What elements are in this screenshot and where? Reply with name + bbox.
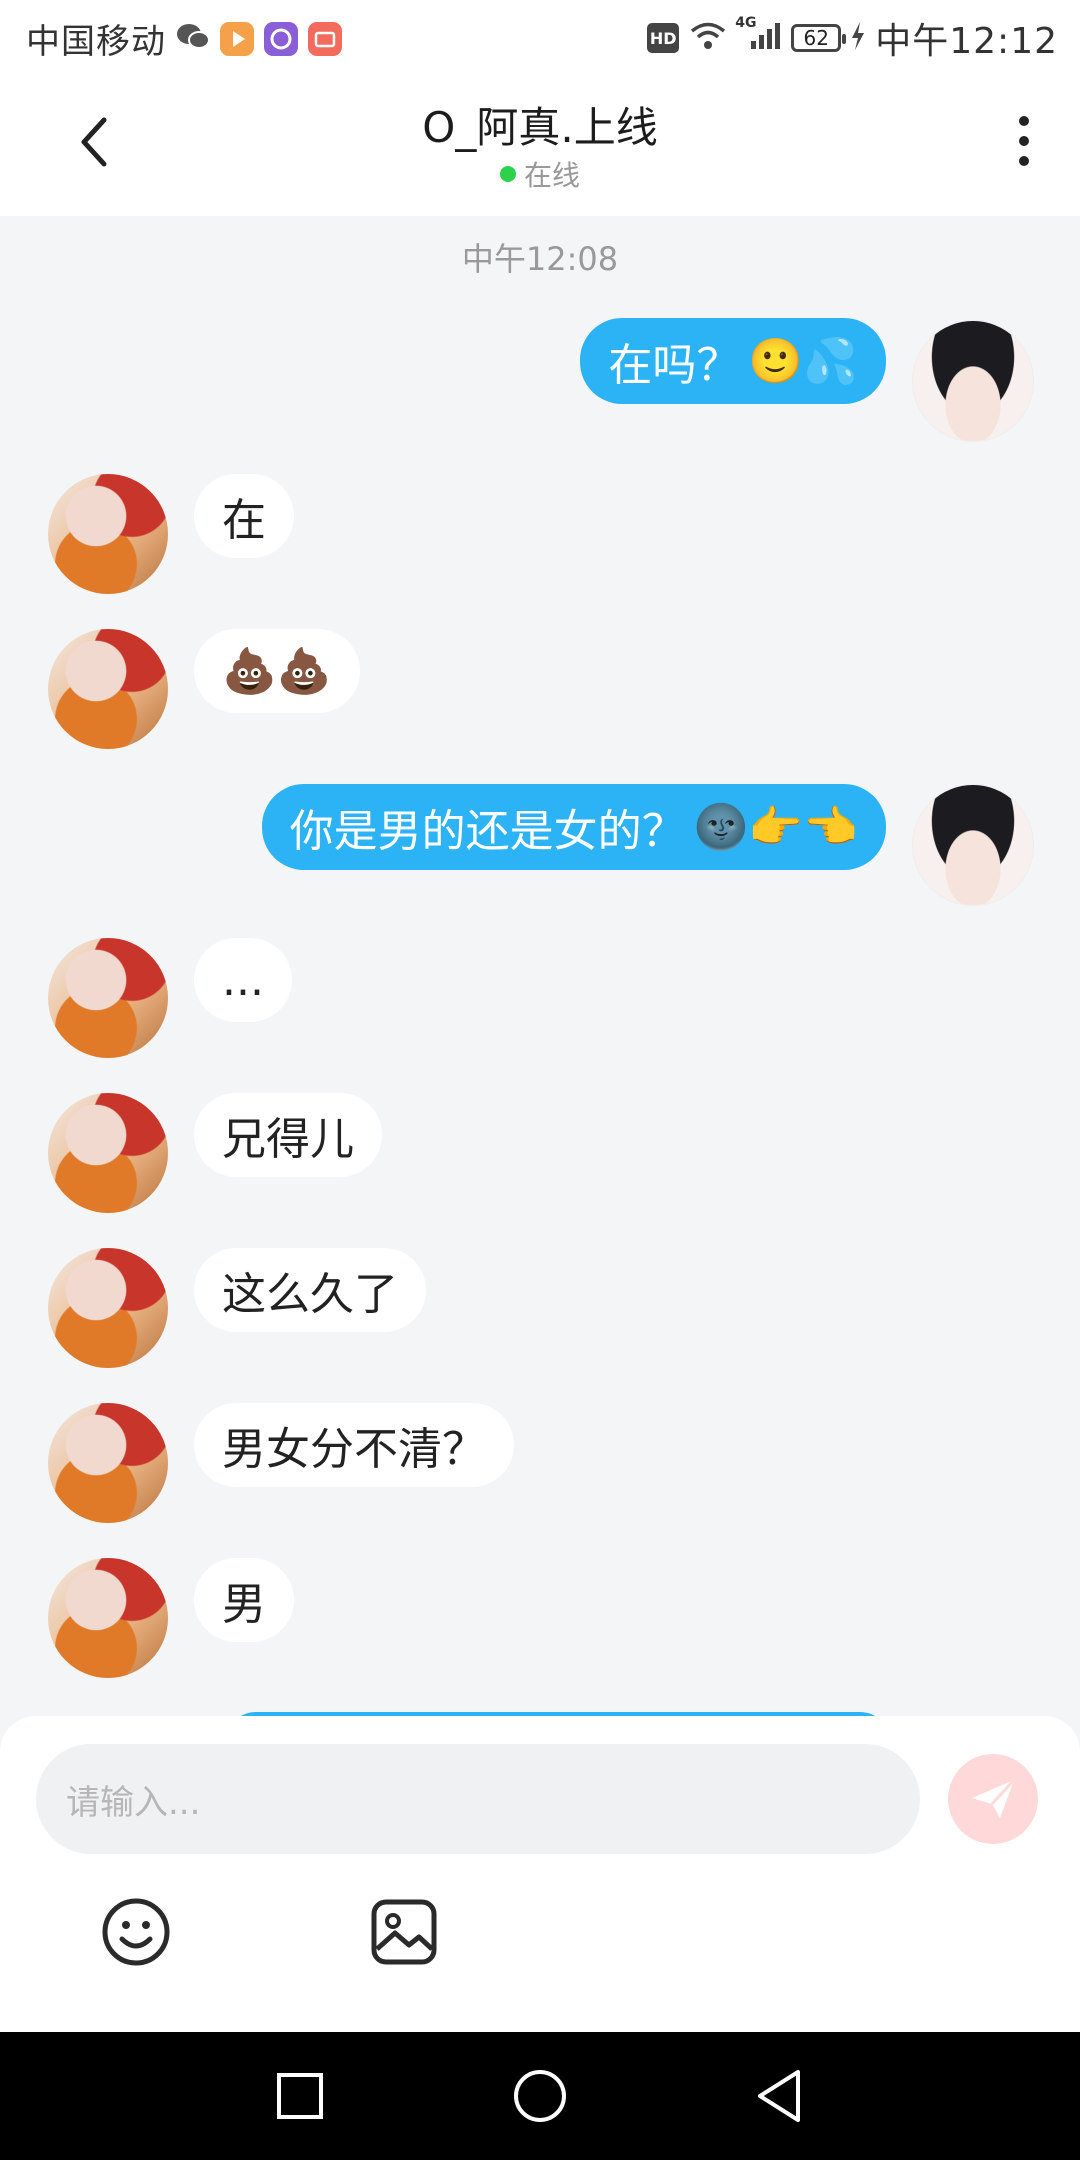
message-bubble-incoming[interactable]: 兄得儿 bbox=[194, 1093, 382, 1177]
back-nav-button[interactable] bbox=[750, 2066, 810, 2126]
image-icon bbox=[371, 1899, 437, 1965]
message-text: 兄得儿 bbox=[222, 1114, 354, 1165]
image-button[interactable] bbox=[364, 1892, 444, 1972]
online-status: 在线 bbox=[0, 154, 1080, 194]
message-bubble-incoming[interactable]: 在 bbox=[194, 474, 294, 558]
my-avatar[interactable] bbox=[912, 784, 1034, 906]
contact-avatar[interactable] bbox=[48, 629, 168, 749]
clock: 中午12:12 bbox=[875, 21, 1058, 62]
message-bubble-incoming[interactable]: ... bbox=[194, 938, 292, 1022]
message-bubble-outgoing[interactable]: 你是男的还是女的？ 🌚👉👈 bbox=[261, 784, 886, 870]
home-button[interactable] bbox=[510, 2066, 570, 2126]
contact-name: O_阿真.上线 bbox=[422, 103, 658, 152]
message-bubble-incoming[interactable]: 这么久了 bbox=[194, 1248, 426, 1332]
wifi-icon bbox=[689, 21, 727, 55]
send-button[interactable] bbox=[948, 1754, 1038, 1844]
send-icon bbox=[972, 1778, 1016, 1818]
status-bar: 中国移动 HD 4G 62 中午12:12 bbox=[0, 0, 1080, 72]
contact-avatar[interactable] bbox=[48, 1248, 168, 1368]
charging-icon bbox=[851, 22, 865, 54]
message-bubble-incoming[interactable]: 💩💩 bbox=[194, 629, 360, 713]
contact-avatar[interactable] bbox=[48, 474, 168, 594]
message-bubble-outgoing[interactable]: 在吗？ 🙂💦 bbox=[580, 318, 886, 404]
message-emoji: 🌚👉👈 bbox=[693, 802, 858, 853]
message-bubble-incoming[interactable]: 男女分不清？ bbox=[194, 1403, 514, 1487]
message-text: 在 bbox=[222, 495, 266, 546]
message-input[interactable]: 请输入... bbox=[36, 1744, 920, 1854]
online-dot bbox=[499, 166, 516, 182]
message-text: 男女分不清？ bbox=[222, 1424, 486, 1475]
message-list[interactable]: 中午12:08 在吗？ 🙂💦 在 💩💩 你是男的还是女的？ 🌚👉👈 ... 兄得… bbox=[0, 216, 1080, 1716]
battery-indicator: 62 bbox=[791, 24, 847, 52]
recents-button[interactable] bbox=[270, 2066, 330, 2126]
system-nav-bar bbox=[0, 2032, 1080, 2160]
network-type-label: 4G bbox=[735, 15, 757, 31]
chat-header: O_阿真.上线 在线 bbox=[0, 72, 1080, 216]
contact-avatar[interactable] bbox=[48, 1403, 168, 1523]
carrier-label: 中国移动 bbox=[26, 22, 166, 62]
video-app-icon bbox=[220, 21, 254, 56]
status-right: HD 4G 62 中午12:12 bbox=[647, 12, 1058, 64]
message-text: ... bbox=[222, 954, 264, 1006]
status-left: 中国移动 bbox=[26, 14, 342, 63]
message-emoji: 🙂💦 bbox=[748, 336, 858, 387]
contact-avatar[interactable] bbox=[48, 1093, 168, 1213]
composer-panel: 请输入... bbox=[0, 1716, 1080, 2032]
message-text: 在吗？ bbox=[608, 340, 741, 391]
online-status-label: 在线 bbox=[523, 159, 580, 192]
browser-app-icon bbox=[264, 21, 298, 56]
time-separator: 中午12:08 bbox=[461, 240, 619, 278]
my-avatar[interactable] bbox=[912, 320, 1034, 442]
message-text: 你是男的还是女的？ bbox=[289, 806, 686, 857]
more-vertical-icon[interactable] bbox=[1016, 116, 1032, 176]
signal-icon: 4G bbox=[735, 15, 781, 55]
hd-badge: HD bbox=[647, 23, 680, 53]
message-text: 这么久了 bbox=[222, 1269, 398, 1320]
contact-avatar[interactable] bbox=[48, 1558, 168, 1678]
mail-app-icon bbox=[308, 21, 342, 56]
message-text: 男 bbox=[222, 1579, 266, 1630]
triangle-back-icon bbox=[758, 2070, 800, 2122]
circle-icon bbox=[514, 2070, 566, 2122]
square-icon bbox=[277, 2073, 323, 2119]
message-emoji: 💩💩 bbox=[222, 646, 332, 697]
emoji-icon bbox=[102, 1898, 170, 1966]
message-bubble-incoming[interactable]: 男 bbox=[194, 1558, 294, 1642]
wechat-icon bbox=[176, 22, 210, 56]
emoji-button[interactable] bbox=[96, 1892, 176, 1972]
contact-avatar[interactable] bbox=[48, 938, 168, 1058]
